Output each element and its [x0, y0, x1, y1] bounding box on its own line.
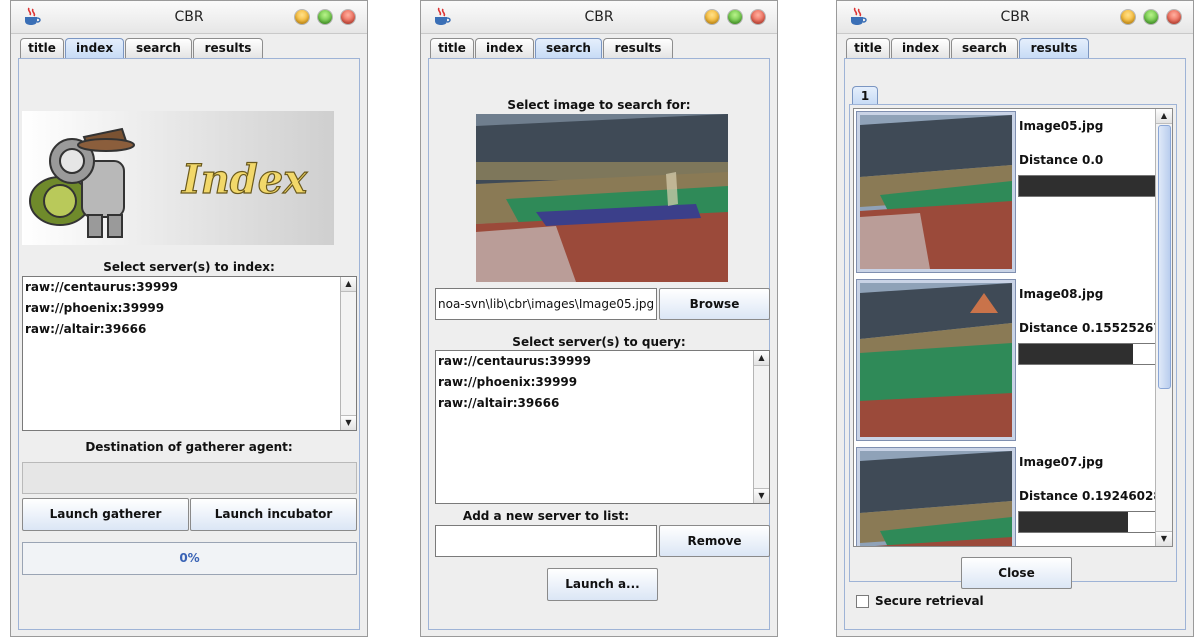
tab-results[interactable]: results: [193, 38, 263, 58]
result-distance: Distance 0.15525267: [1019, 321, 1162, 335]
scroll-up-arrow-icon[interactable]: ▲: [341, 277, 356, 292]
result-item[interactable]: Image05.jpg Distance 0.0: [854, 109, 1156, 275]
query-server-list[interactable]: raw://centaurus:39999 raw://phoenix:3999…: [435, 350, 770, 504]
add-server-label: Add a new server to list:: [462, 509, 630, 523]
destination-field[interactable]: [22, 462, 357, 494]
remove-button[interactable]: Remove: [659, 525, 770, 557]
result-name: Image08.jpg: [1019, 287, 1104, 301]
list-item[interactable]: raw://phoenix:39999: [438, 375, 577, 389]
secure-retrieval-label[interactable]: Secure retrieval: [875, 594, 984, 608]
scroll-down-arrow-icon[interactable]: ▼: [1156, 531, 1172, 546]
new-server-input[interactable]: [435, 525, 657, 557]
results-page-panel: Image05.jpg Distance 0.0 Image08.jpg Dis…: [849, 104, 1177, 589]
tab-index[interactable]: index: [65, 38, 124, 59]
maximize-button[interactable]: [728, 10, 742, 24]
tab-results[interactable]: results: [603, 38, 673, 58]
close-window-button[interactable]: [1167, 10, 1181, 24]
result-thumbnail[interactable]: [856, 447, 1016, 546]
minimize-button[interactable]: [705, 10, 719, 24]
search-panel: Select image to search for: noa-svn\lib\…: [428, 58, 770, 630]
servers-to-index-label: Select server(s) to index:: [103, 260, 275, 274]
close-window-button[interactable]: [341, 10, 355, 24]
cbr-window-results: CBR title index search results 1 Image05…: [836, 0, 1194, 637]
scroll-thumb[interactable]: [1158, 125, 1171, 389]
result-distance: Distance 0.0: [1019, 153, 1104, 167]
title-bar[interactable]: CBR: [421, 1, 777, 34]
distance-bar: [1018, 343, 1156, 365]
launch-button[interactable]: Launch a...: [547, 568, 658, 601]
distance-bar-fill: [1019, 512, 1128, 532]
query-image-stadium: [476, 114, 728, 282]
maximize-button[interactable]: [1144, 10, 1158, 24]
browse-button[interactable]: Browse: [659, 288, 770, 320]
image-path-field[interactable]: noa-svn\lib\cbr\images\Image05.jpg: [435, 288, 657, 320]
title-bar[interactable]: CBR: [11, 1, 367, 34]
tab-search[interactable]: search: [535, 38, 602, 59]
tab-index[interactable]: index: [891, 38, 950, 58]
progress-text: 0%: [179, 551, 200, 565]
result-name: Image07.jpg: [1019, 455, 1104, 469]
distance-bar: [1018, 511, 1156, 533]
result-distance: Distance 0.19246028: [1019, 489, 1162, 503]
list-item[interactable]: raw://centaurus:39999: [25, 280, 178, 294]
tab-results[interactable]: results: [1019, 38, 1089, 59]
close-window-button[interactable]: [751, 10, 765, 24]
image-path-text: noa-svn\lib\cbr\images\Image05.jpg: [438, 297, 655, 311]
cbr-window-index: CBR title index search results Index Sel…: [10, 0, 368, 637]
scroll-up-arrow-icon[interactable]: ▲: [1156, 109, 1172, 124]
tab-search[interactable]: search: [125, 38, 192, 58]
list-item[interactable]: raw://altair:39666: [438, 396, 559, 410]
secure-retrieval-checkbox[interactable]: [856, 595, 869, 608]
tab-search[interactable]: search: [951, 38, 1018, 58]
servers-to-query-label: Select server(s) to query:: [512, 335, 686, 349]
distance-bar-fill: [1019, 344, 1134, 364]
scroll-down-arrow-icon[interactable]: ▼: [341, 415, 356, 430]
list-item[interactable]: raw://altair:39666: [25, 322, 146, 336]
minimize-button[interactable]: [295, 10, 309, 24]
minimize-button[interactable]: [1121, 10, 1135, 24]
result-thumbnail[interactable]: [856, 279, 1016, 441]
result-item[interactable]: Image07.jpg Distance 0.19246028: [854, 445, 1162, 546]
destination-label: Destination of gatherer agent:: [85, 440, 293, 454]
window-title: CBR: [584, 9, 614, 25]
tab-title[interactable]: title: [430, 38, 474, 58]
results-page-tab[interactable]: 1: [852, 86, 878, 105]
scroll-down-arrow-icon[interactable]: ▼: [754, 488, 769, 503]
maximize-button[interactable]: [318, 10, 332, 24]
gather-progress-bar: 0%: [22, 542, 357, 575]
vertical-scrollbar[interactable]: ▲ ▼: [753, 351, 769, 503]
close-button[interactable]: Close: [961, 557, 1072, 589]
cbr-window-search: CBR title index search results Select im…: [420, 0, 778, 637]
launch-gatherer-button[interactable]: Launch gatherer: [22, 498, 189, 531]
select-image-label: Select image to search for:: [507, 98, 691, 112]
vertical-scrollbar[interactable]: ▲ ▼: [340, 277, 356, 430]
tab-title[interactable]: title: [846, 38, 890, 58]
window-title: CBR: [1000, 9, 1030, 25]
tab-index[interactable]: index: [475, 38, 534, 58]
window-title: CBR: [174, 9, 204, 25]
results-panel: 1 Image05.jpg Distance 0.0 Image08.jpg D: [844, 58, 1186, 630]
list-item[interactable]: raw://centaurus:39999: [438, 354, 591, 368]
tab-title[interactable]: title: [20, 38, 64, 58]
index-panel: Index Select server(s) to index: raw://c…: [18, 58, 360, 630]
results-scroll-area[interactable]: Image05.jpg Distance 0.0 Image08.jpg Dis…: [853, 108, 1173, 547]
title-bar[interactable]: CBR: [837, 1, 1193, 34]
distance-bar-fill: [1019, 176, 1155, 196]
vertical-scrollbar[interactable]: ▲ ▼: [1155, 109, 1172, 546]
banner-text: Index: [181, 156, 308, 203]
result-thumbnail[interactable]: [856, 111, 1016, 273]
index-banner-image: Index: [22, 111, 334, 245]
list-item[interactable]: raw://phoenix:39999: [25, 301, 164, 315]
result-item[interactable]: Image08.jpg Distance 0.15525267: [854, 277, 1162, 443]
launch-incubator-button[interactable]: Launch incubator: [190, 498, 357, 531]
scroll-up-arrow-icon[interactable]: ▲: [754, 351, 769, 366]
distance-bar: [1018, 175, 1156, 197]
result-name: Image05.jpg: [1019, 119, 1104, 133]
index-server-list[interactable]: raw://centaurus:39999 raw://phoenix:3999…: [22, 276, 357, 431]
